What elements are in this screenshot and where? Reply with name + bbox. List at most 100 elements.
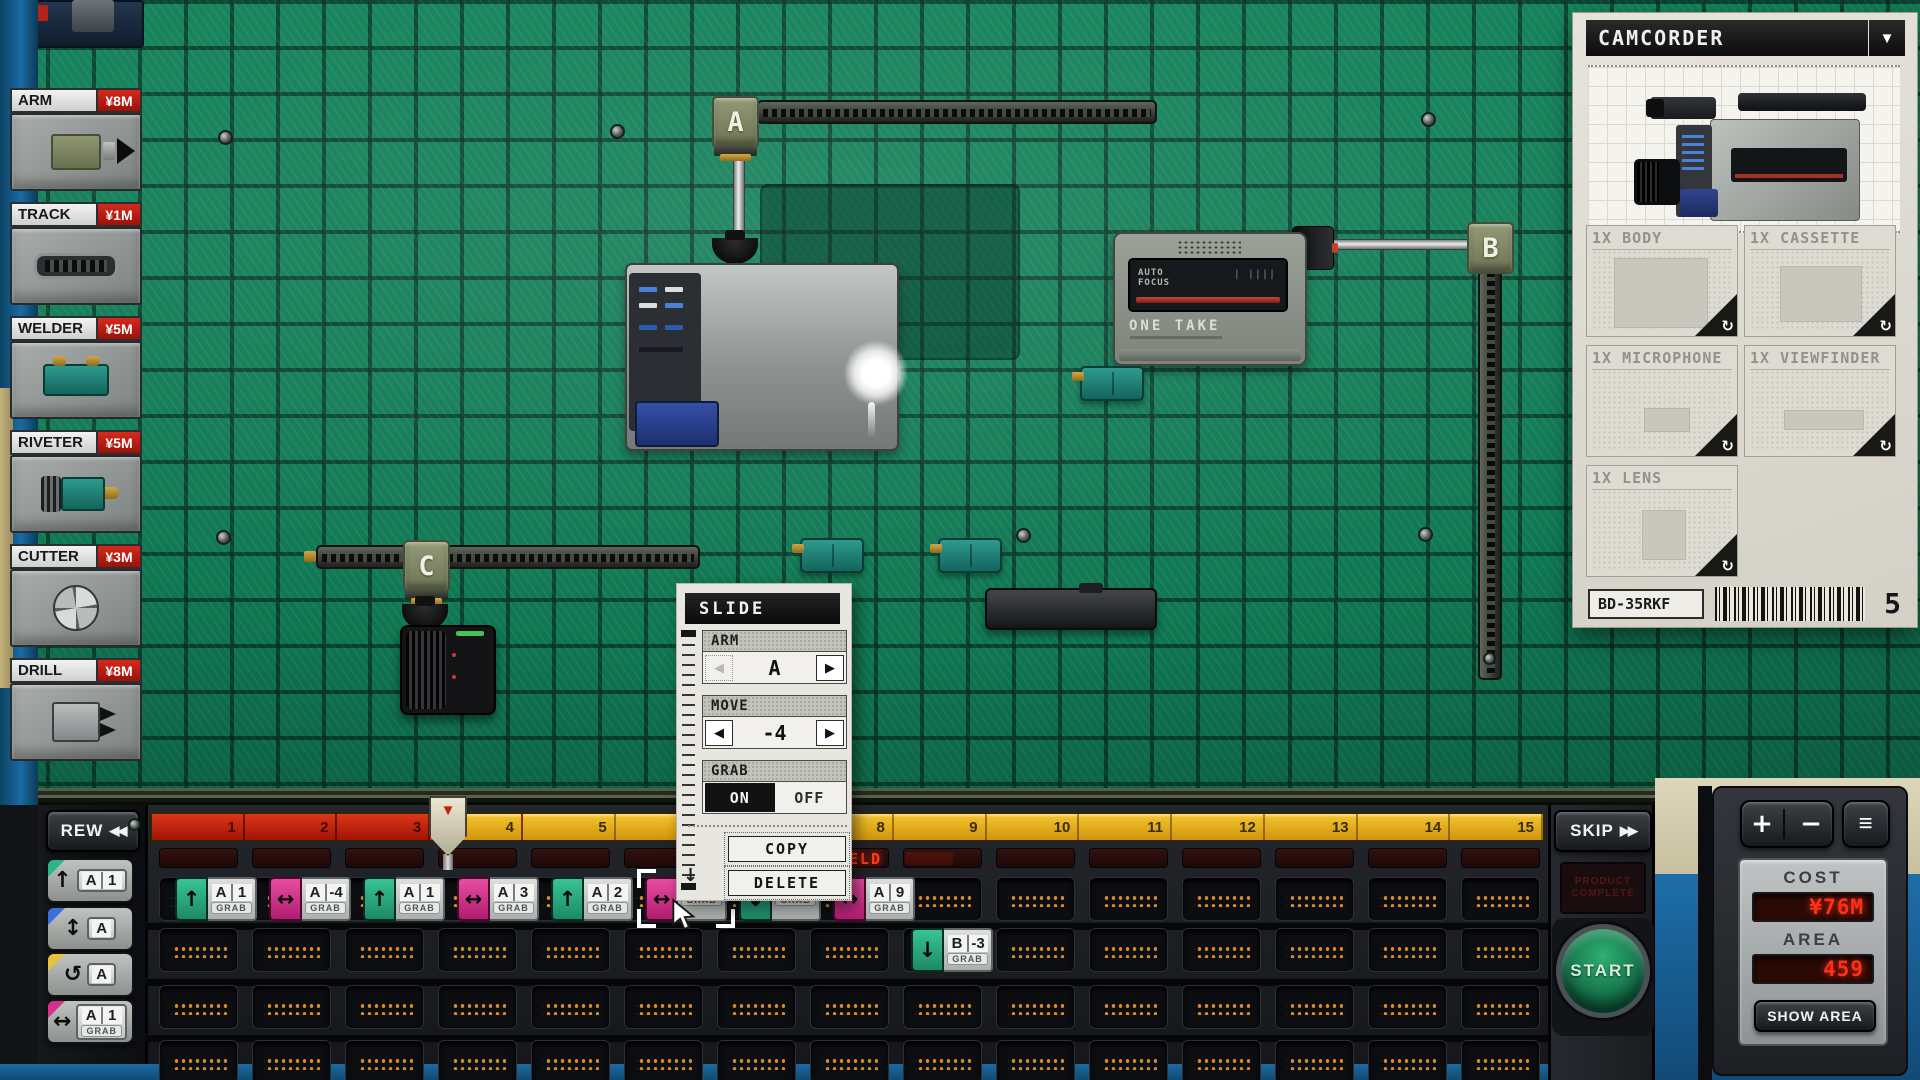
blueprint-dropdown-button[interactable]: ▼ <box>1869 20 1905 56</box>
timeline-slot[interactable] <box>1182 877 1261 921</box>
palette-rotate-button[interactable]: ↺ A <box>46 952 134 997</box>
track-rail-b[interactable] <box>1478 266 1502 680</box>
move-increase-button[interactable]: ▶ <box>816 720 844 746</box>
timeline-slot[interactable] <box>1368 1040 1447 1080</box>
start-button[interactable]: START <box>1556 924 1650 1018</box>
timeline-slot[interactable] <box>1461 877 1540 921</box>
shop-item-drill[interactable]: DRILL¥8M <box>10 658 142 764</box>
timeline-slot[interactable] <box>1461 985 1540 1029</box>
timeline-slot[interactable] <box>1182 985 1261 1029</box>
timeline-slot[interactable] <box>345 928 424 972</box>
timeline-slot[interactable] <box>1461 928 1540 972</box>
instruction-block-slide[interactable]: ↔ A-4GRAB <box>269 877 351 921</box>
lens-part[interactable] <box>400 625 496 715</box>
arm-c-head[interactable]: C <box>403 540 450 592</box>
timeline-slot[interactable] <box>810 985 889 1029</box>
timeline-slot[interactable] <box>159 985 238 1029</box>
arm-b-head[interactable]: B <box>1467 222 1514 274</box>
shop-item-welder[interactable]: WELDER¥5M <box>10 316 142 422</box>
timeline-slot[interactable] <box>1368 985 1447 1029</box>
zoom-out-button[interactable]: − <box>1791 809 1832 839</box>
timeline-slot[interactable] <box>345 1040 424 1080</box>
arm-next-button[interactable]: ▶ <box>816 655 844 681</box>
instruction-block-lift[interactable]: ↑ A2GRAB <box>551 877 633 921</box>
shop-item-cutter[interactable]: CUTTER¥3M <box>10 544 142 650</box>
timeline-slot[interactable] <box>159 1040 238 1080</box>
palette-lift-button[interactable]: ↑ A1 <box>46 858 134 903</box>
timeline-slot[interactable] <box>717 928 796 972</box>
track-rail-c[interactable] <box>316 545 700 569</box>
ruler-tick[interactable]: 3 <box>337 814 430 840</box>
palette-grab-button[interactable]: ↕ A <box>46 906 134 951</box>
ruler-tick[interactable]: 15 <box>1450 814 1543 840</box>
ruler-tick[interactable]: 14 <box>1358 814 1451 840</box>
ruler-tick[interactable]: 9 <box>894 814 987 840</box>
timeline-slot[interactable] <box>903 1040 982 1080</box>
timeline-slot[interactable] <box>996 1040 1075 1080</box>
arm-prev-button[interactable]: ◀ <box>705 655 733 681</box>
timeline-slot[interactable] <box>1089 877 1168 921</box>
timeline-slot[interactable] <box>996 985 1075 1029</box>
timeline-slot[interactable] <box>1275 1040 1354 1080</box>
timeline-slot[interactable] <box>1461 1040 1540 1080</box>
timeline-slot[interactable] <box>159 928 238 972</box>
timeline-slot[interactable] <box>531 928 610 972</box>
timeline-slot[interactable] <box>252 928 331 972</box>
timeline-slot[interactable] <box>438 928 517 972</box>
menu-button[interactable]: ≡ <box>1842 800 1890 848</box>
grab-off-toggle[interactable]: OFF <box>775 783 845 812</box>
shop-item-track[interactable]: TRACK¥1M <box>10 202 142 308</box>
timeline-slot[interactable] <box>1275 877 1354 921</box>
timeline-slot[interactable] <box>810 928 889 972</box>
timeline-slot[interactable] <box>996 928 1075 972</box>
timeline-slot[interactable] <box>996 877 1075 921</box>
timeline-slot[interactable] <box>438 985 517 1029</box>
ruler-tick[interactable]: 13 <box>1265 814 1358 840</box>
ruler-tick[interactable]: 10 <box>987 814 1080 840</box>
timeline-slot[interactable] <box>1368 877 1447 921</box>
instruction-block-drop[interactable]: ↓ B-3GRAB <box>911 928 993 972</box>
timeline-slot[interactable] <box>1275 928 1354 972</box>
skip-button[interactable]: SKIP▶▶ <box>1554 810 1652 852</box>
timeline-slot[interactable] <box>531 1040 610 1080</box>
shop-item-riveter[interactable]: RIVETER¥5M <box>10 430 142 536</box>
track-rail-a[interactable] <box>757 100 1157 124</box>
timeline-slot[interactable] <box>810 1040 889 1080</box>
timeline-slot[interactable] <box>252 985 331 1029</box>
grab-on-toggle[interactable]: ON <box>705 783 775 812</box>
ruler-tick[interactable]: 11 <box>1079 814 1172 840</box>
instruction-block-lift[interactable]: ↑ A1GRAB <box>175 877 257 921</box>
copy-button[interactable]: COPY <box>728 836 846 862</box>
welder-machine[interactable] <box>938 538 1002 573</box>
show-area-button[interactable]: SHOW AREA <box>1754 1000 1876 1032</box>
timeline-slot[interactable] <box>903 985 982 1029</box>
instruction-block-slide[interactable]: ↔ A3GRAB <box>457 877 539 921</box>
timeline-slot[interactable] <box>624 985 703 1029</box>
timeline-slot[interactable] <box>717 1040 796 1080</box>
timeline-slot[interactable] <box>1275 985 1354 1029</box>
ruler-tick[interactable]: 1 <box>152 814 245 840</box>
timeline-slot[interactable] <box>1089 928 1168 972</box>
timeline-slot[interactable] <box>1368 928 1447 972</box>
ruler-tick[interactable]: 2 <box>245 814 338 840</box>
zoom-in-button[interactable]: + <box>1742 809 1785 839</box>
timeline-slot[interactable] <box>252 1040 331 1080</box>
timeline-slot[interactable] <box>1089 985 1168 1029</box>
shop-item-arm[interactable]: ARM¥8M <box>10 88 142 194</box>
ruler-tick[interactable]: 12 <box>1172 814 1265 840</box>
welder-machine[interactable] <box>800 538 864 573</box>
cassette-part[interactable]: AUTOFOCUS | |||| ONE TAKE <box>1113 232 1307 366</box>
timeline-slot[interactable] <box>717 985 796 1029</box>
timeline-slot[interactable] <box>1182 1040 1261 1080</box>
timeline-slot[interactable] <box>1089 1040 1168 1080</box>
timeline-slot[interactable] <box>345 985 424 1029</box>
rewind-button[interactable]: REW◀◀ <box>46 810 140 852</box>
timeline-slot[interactable] <box>438 1040 517 1080</box>
palette-slide-button[interactable]: ↔ A1GRAB <box>46 999 134 1044</box>
ruler-tick[interactable]: 5 <box>523 814 616 840</box>
delete-button[interactable]: DELETE <box>728 870 846 896</box>
welder-machine[interactable] <box>1080 366 1144 401</box>
timeline-slot[interactable] <box>624 1040 703 1080</box>
instruction-block-lift[interactable]: ↑ A1GRAB <box>363 877 445 921</box>
arm-a-head[interactable]: A <box>712 96 759 148</box>
